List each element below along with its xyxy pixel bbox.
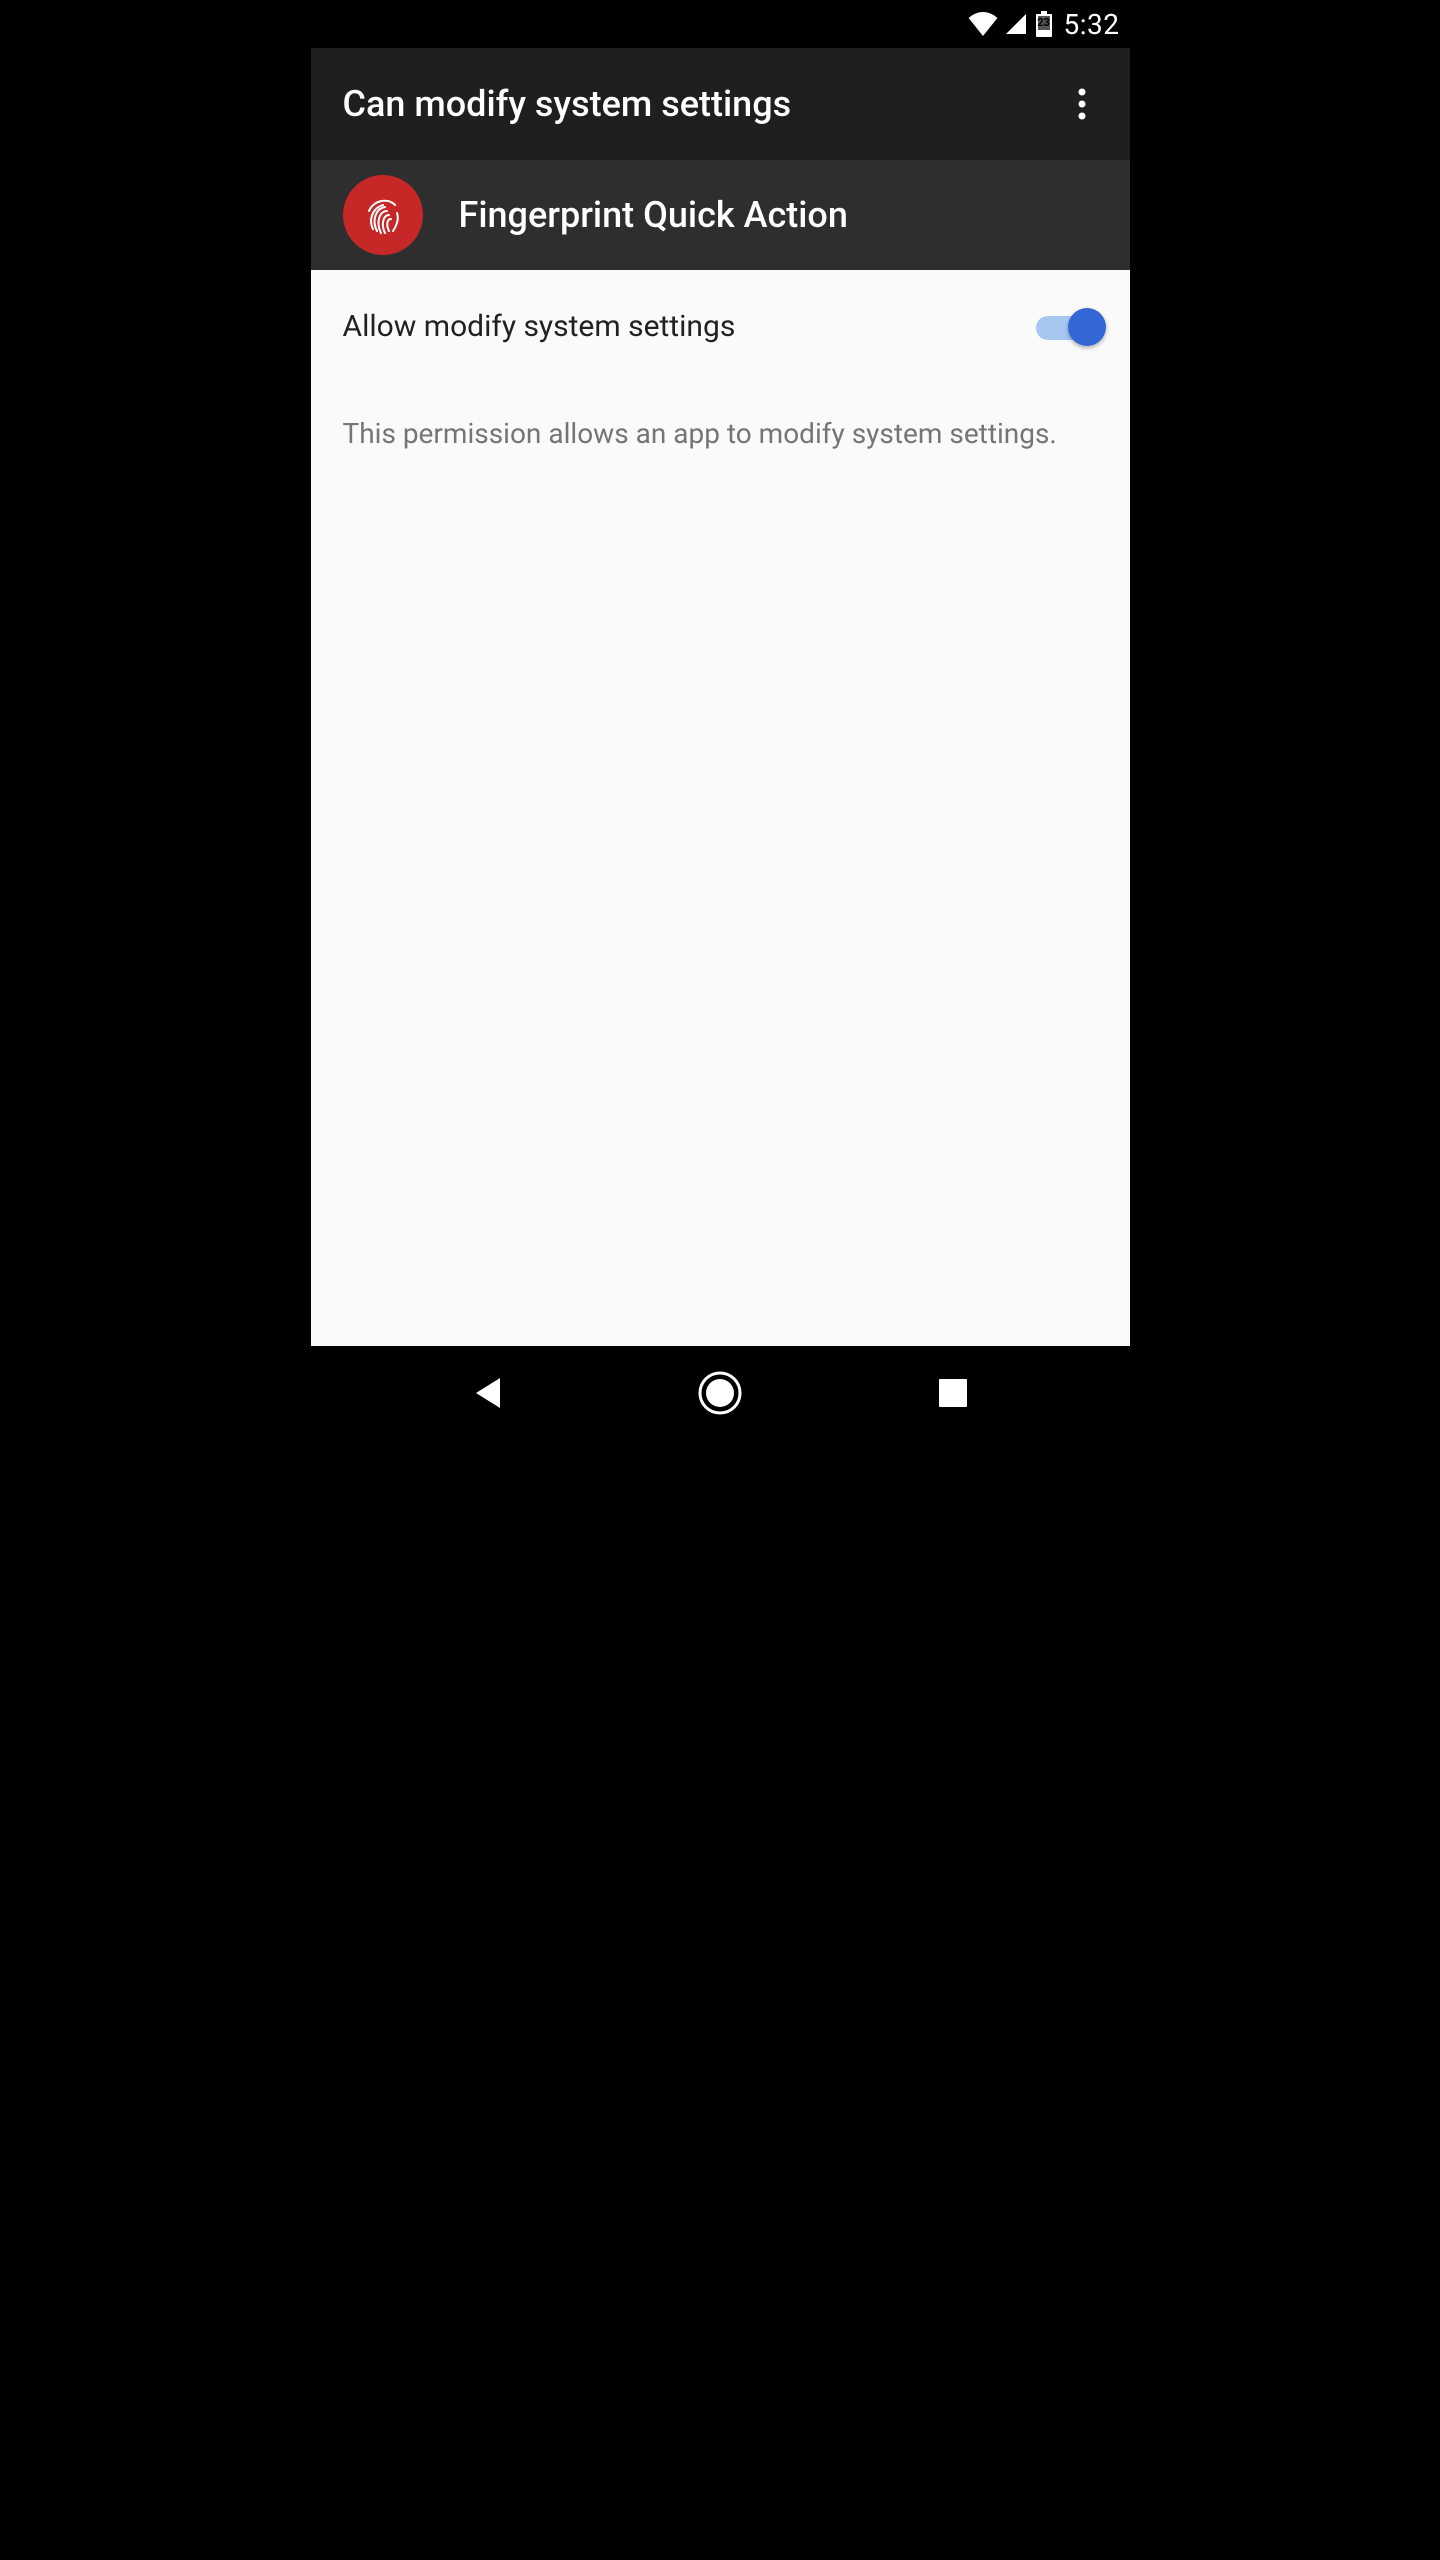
recents-icon [938, 1378, 968, 1408]
home-button[interactable] [660, 1363, 780, 1423]
status-bar: 23 5:32 [311, 0, 1130, 48]
battery-icon: 23 [1034, 11, 1054, 37]
overflow-menu-button[interactable] [1058, 80, 1106, 128]
wifi-icon [968, 12, 998, 36]
recents-button[interactable] [893, 1363, 1013, 1423]
back-icon [472, 1376, 502, 1410]
screen: 23 5:32 Can modify system settings [311, 0, 1130, 1440]
navigation-bar [311, 1346, 1130, 1440]
switch-thumb [1068, 308, 1106, 346]
fingerprint-icon [359, 191, 407, 239]
back-button[interactable] [427, 1363, 547, 1423]
permission-toggle-row[interactable]: Allow modify system settings [311, 278, 1130, 374]
app-name: Fingerprint Quick Action [459, 194, 848, 236]
page-title: Can modify system settings [343, 83, 792, 125]
permission-label: Allow modify system settings [343, 309, 736, 344]
more-vert-icon [1078, 88, 1086, 120]
battery-level: 23 [1037, 16, 1050, 29]
permission-description: This permission allows an app to modify … [311, 374, 1130, 453]
app-icon [343, 175, 423, 255]
content-area: Allow modify system settings This permis… [311, 270, 1130, 1346]
app-header: Fingerprint Quick Action [311, 160, 1130, 270]
home-icon [698, 1371, 742, 1415]
app-bar: Can modify system settings [311, 48, 1130, 160]
cellular-icon [1004, 12, 1028, 36]
clock: 5:32 [1064, 8, 1120, 41]
permission-switch[interactable] [1036, 306, 1102, 346]
